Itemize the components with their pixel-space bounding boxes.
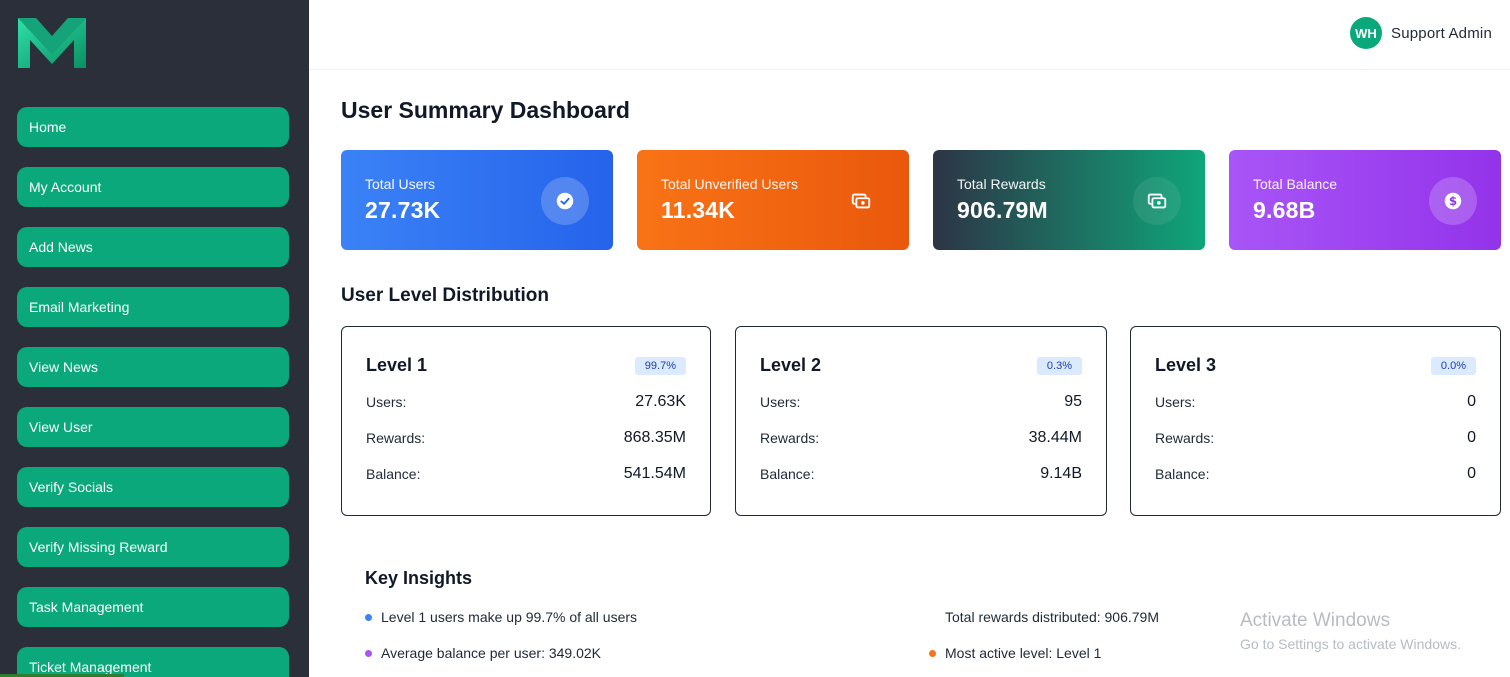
rewards-value: 0 — [1467, 429, 1476, 446]
verified-badge-icon — [541, 177, 589, 225]
level-card-3: Level 3 0.0% Users: 0 Rewards: 0 Balance: 0 — [1130, 326, 1501, 516]
users-value: 27.63K — [635, 393, 686, 410]
rewards-label: Rewards: — [366, 430, 426, 446]
cash-icon — [837, 177, 885, 225]
sidebar-item-label: Add News — [29, 239, 93, 255]
insight-item: Most active level: Level 1 — [929, 645, 1101, 661]
rewards-value: 868.35M — [623, 429, 686, 446]
insight-item: Average balance per user: 349.02K — [365, 645, 601, 661]
users-value: 95 — [1064, 393, 1082, 410]
level-distribution-title: User Level Distribution — [341, 285, 549, 306]
users-label: Users: — [760, 394, 801, 410]
sidebar-item-label: View User — [29, 419, 93, 435]
sidebar-item-ticket-management[interactable]: Ticket Management — [17, 647, 289, 677]
users-label: Users: — [366, 394, 407, 410]
brand-logo-icon[interactable] — [16, 14, 88, 70]
stat-card-total-users: Total Users 27.73K — [341, 150, 613, 250]
sidebar: Home My Account Add News Email Marketing… — [0, 0, 309, 677]
user-name[interactable]: Support Admin — [1391, 25, 1492, 42]
stat-card-total-balance: Total Balance 9.68B $ — [1229, 150, 1501, 250]
users-label: Users: — [1155, 394, 1196, 410]
balance-value: 0 — [1467, 465, 1476, 482]
sidebar-item-label: My Account — [29, 179, 102, 195]
level-card-1: Level 1 99.7% Users: 27.63K Rewards: 868.3… — [341, 326, 711, 516]
sidebar-item-verify-socials[interactable]: Verify Socials — [17, 467, 289, 507]
insight-item: Total rewards distributed: 906.79M — [929, 609, 1159, 625]
insight-text: Average balance per user: 349.02K — [381, 645, 602, 661]
sidebar-item-label: Home — [29, 119, 67, 135]
watermark-title: Activate Windows — [1240, 610, 1390, 631]
key-insights-title: Key Insights — [365, 568, 473, 588]
sidebar-item-view-user[interactable]: View User — [17, 407, 289, 447]
stat-card-total-unverified-users: Total Unverified Users 11.34K — [637, 150, 909, 250]
balance-label: Balance: — [366, 466, 421, 482]
sidebar-item-task-management[interactable]: Task Management — [17, 587, 289, 627]
sidebar-item-label: Verify Socials — [29, 479, 114, 495]
sidebar-item-label: View News — [29, 359, 98, 375]
level-name: Level 1 — [366, 355, 428, 375]
sidebar-item-label: Ticket Management — [29, 659, 152, 675]
sidebar-item-view-news[interactable]: View News — [17, 347, 289, 387]
sidebar-item-label: Verify Missing Reward — [29, 539, 168, 555]
user-profile-menu[interactable]: WH Support Admin — [1350, 17, 1492, 49]
level-name: Level 3 — [1155, 355, 1217, 375]
top-header: WH Support Admin — [309, 0, 1510, 70]
sidebar-item-email-marketing[interactable]: Email Marketing — [17, 287, 289, 327]
sidebar-nav: Home My Account Add News Email Marketing… — [17, 107, 289, 677]
rewards-label: Rewards: — [760, 430, 820, 446]
sidebar-item-verify-missing-reward[interactable]: Verify Missing Reward — [17, 527, 289, 567]
rewards-label: Rewards: — [1155, 430, 1215, 446]
sidebar-item-label: Task Management — [29, 599, 144, 615]
page-title: User Summary Dashboard — [341, 97, 630, 123]
level-percent-badge: 0.3% — [1036, 356, 1082, 375]
balance-label: Balance: — [760, 466, 815, 482]
dollar-icon: $ — [1429, 177, 1477, 225]
balance-value: 9.14B — [1040, 465, 1082, 482]
bullet-dot-icon — [365, 649, 372, 657]
level-card-2: Level 2 0.3% Users: 95 Rewards: 38.44M Bal… — [735, 326, 1107, 516]
cash-icon — [1133, 177, 1181, 225]
bullet-dot-icon — [365, 613, 372, 621]
avatar[interactable]: WH — [1350, 17, 1382, 49]
insight-text: Total rewards distributed: 906.79M — [945, 609, 1159, 625]
windows-activation-watermark: Activate Windows Go to Settings to activ… — [1240, 610, 1461, 652]
watermark-subtitle: Go to Settings to activate Windows. — [1240, 636, 1461, 652]
insight-item: Level 1 users make up 99.7% of all users — [365, 609, 637, 625]
insight-text: Level 1 users make up 99.7% of all users — [381, 609, 638, 625]
sidebar-item-my-account[interactable]: My Account — [17, 167, 289, 207]
insight-text: Most active level: Level 1 — [945, 645, 1102, 661]
sidebar-item-label: Email Marketing — [29, 299, 130, 315]
balance-label: Balance: — [1155, 466, 1210, 482]
level-name: Level 2 — [760, 355, 822, 375]
rewards-value: 38.44M — [1028, 429, 1082, 446]
level-percent-badge: 99.7% — [634, 356, 686, 375]
bullet-dot-icon — [929, 649, 936, 657]
users-value: 0 — [1467, 393, 1476, 410]
sidebar-item-home[interactable]: Home — [17, 107, 289, 147]
balance-value: 541.54M — [623, 465, 686, 482]
stat-card-total-rewards: Total Rewards 906.79M — [933, 150, 1205, 250]
sidebar-item-add-news[interactable]: Add News — [17, 227, 289, 267]
svg-text:$: $ — [1449, 194, 1457, 208]
level-percent-badge: 0.0% — [1430, 356, 1476, 375]
